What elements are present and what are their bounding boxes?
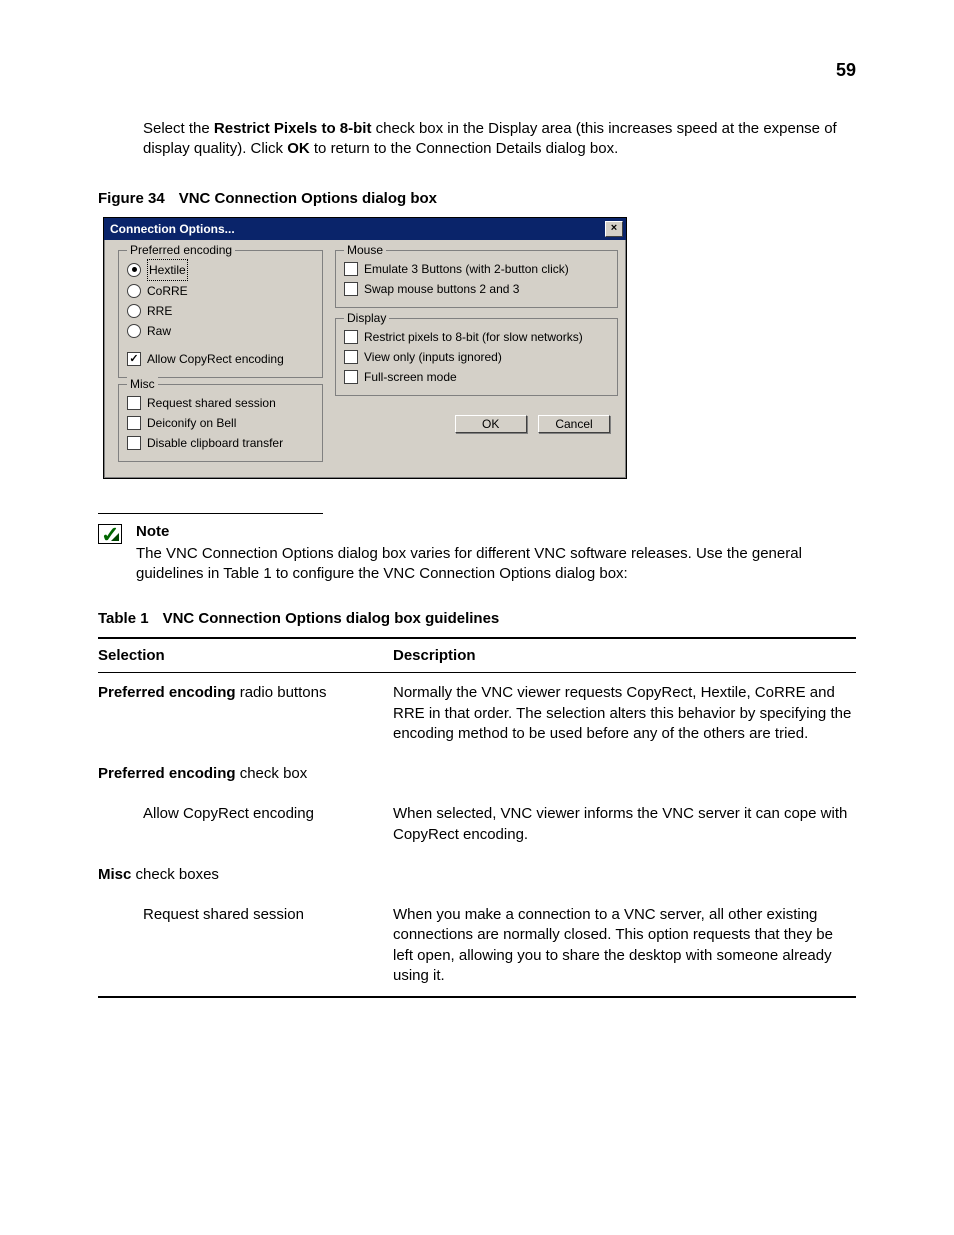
note-block: Note The VNC Connection Options dialog b… [98,522,856,585]
figure-label: Figure 34 [98,190,165,207]
table-title: VNC Connection Options dialog box guidel… [163,610,500,627]
checkbox-emulate-3buttons-label: Emulate 3 Buttons (with 2-button click) [364,259,569,279]
row0-sel-bold: Preferred encoding [98,684,236,701]
note-body: The VNC Connection Options dialog box va… [136,545,802,582]
intro-paragraph: Select the Restrict Pixels to 8-bit chec… [143,119,856,160]
checkbox-view-only[interactable]: View only (inputs ignored) [344,347,609,367]
intro-post: to return to the Connection Details dial… [310,140,619,157]
ok-button[interactable]: OK [455,415,527,433]
checkbox-restrict-8bit-label: Restrict pixels to 8-bit (for slow netwo… [364,327,583,347]
checkbox-shared-session-label: Request shared session [147,393,276,413]
radio-hextile-label: Hextile [147,259,188,281]
connection-options-dialog: Connection Options... × Preferred encodi… [103,217,627,479]
radio-rre[interactable]: RRE [127,301,314,321]
row0-desc: Normally the VNC viewer requests CopyRec… [393,683,856,744]
intro-pre: Select the [143,120,214,137]
radio-corre[interactable]: CoRRE [127,281,314,301]
close-icon[interactable]: × [605,221,623,237]
checkbox-icon [344,262,358,276]
checkbox-deiconify-label: Deiconify on Bell [147,413,236,433]
intro-bold2: OK [287,140,310,157]
radio-icon [127,284,141,298]
table-header: Selection Description [98,639,856,673]
mouse-legend: Mouse [344,243,386,257]
checkbox-swap-buttons[interactable]: Swap mouse buttons 2 and 3 [344,279,609,299]
row4-sel: Request shared session [98,905,393,925]
dialog-titlebar: Connection Options... × [104,218,626,240]
misc-legend: Misc [127,377,158,391]
row0-sel-rest: radio buttons [236,684,327,701]
page-number: 59 [98,60,856,81]
table-row: Allow CopyRect encoding When selected, V… [98,794,856,855]
checkbox-icon [344,370,358,384]
table-row: Preferred encoding check box [98,754,856,794]
checkbox-icon [127,352,141,366]
checkbox-copyrect[interactable]: Allow CopyRect encoding [127,349,314,369]
table-label: Table 1 [98,610,149,627]
note-icon [98,524,122,544]
checkbox-icon [344,282,358,296]
display-legend: Display [344,311,389,325]
table-caption: Table 1 VNC Connection Options dialog box… [98,610,856,627]
radio-icon [127,304,141,318]
checkbox-icon [344,350,358,364]
cancel-button[interactable]: Cancel [538,415,610,433]
checkbox-icon [344,330,358,344]
checkbox-icon [127,396,141,410]
radio-raw[interactable]: Raw [127,321,314,341]
radio-corre-label: CoRRE [147,281,188,301]
intro-bold1: Restrict Pixels to 8-bit [214,120,372,137]
row1-sel-bold: Preferred encoding [98,765,236,782]
checkbox-view-only-label: View only (inputs ignored) [364,347,502,367]
guidelines-table: Selection Description Preferred encoding… [98,637,856,998]
table-row: Misc check boxes [98,855,856,895]
checkbox-fullscreen-label: Full-screen mode [364,367,457,387]
radio-rre-label: RRE [147,301,172,321]
mouse-group: Mouse Emulate 3 Buttons (with 2-button c… [335,250,618,308]
note-heading: Note [136,522,856,542]
radio-hextile[interactable]: Hextile [127,259,314,281]
preferred-encoding-legend: Preferred encoding [127,243,235,257]
figure-caption: Figure 34 VNC Connection Options dialog b… [98,190,856,207]
row2-desc: When selected, VNC viewer informs the VN… [393,804,856,845]
th-description: Description [393,647,856,664]
checkbox-emulate-3buttons[interactable]: Emulate 3 Buttons (with 2-button click) [344,259,609,279]
table-row: Request shared session When you make a c… [98,895,856,996]
display-group: Display Restrict pixels to 8-bit (for sl… [335,318,618,396]
checkbox-icon [127,416,141,430]
checkbox-disable-clipboard[interactable]: Disable clipboard transfer [127,433,314,453]
row1-sel-rest: check box [236,765,308,782]
row4-desc: When you make a connection to a VNC serv… [393,905,856,986]
dialog-title: Connection Options... [110,222,235,236]
row3-sel-bold: Misc [98,866,131,883]
note-divider [98,513,323,514]
checkbox-disable-clipboard-label: Disable clipboard transfer [147,433,283,453]
checkbox-icon [127,436,141,450]
checkbox-swap-buttons-label: Swap mouse buttons 2 and 3 [364,279,519,299]
th-selection: Selection [98,647,393,664]
checkbox-restrict-8bit[interactable]: Restrict pixels to 8-bit (for slow netwo… [344,327,609,347]
checkbox-deiconify[interactable]: Deiconify on Bell [127,413,314,433]
figure-title: VNC Connection Options dialog box [179,190,437,207]
misc-group: Misc Request shared session Deiconify on… [118,384,323,462]
radio-raw-label: Raw [147,321,171,341]
radio-icon [127,324,141,338]
checkbox-copyrect-label: Allow CopyRect encoding [147,349,284,369]
checkbox-shared-session[interactable]: Request shared session [127,393,314,413]
row2-sel: Allow CopyRect encoding [98,804,393,824]
table-row: Preferred encoding radio buttons Normall… [98,673,856,754]
checkbox-fullscreen[interactable]: Full-screen mode [344,367,609,387]
preferred-encoding-group: Preferred encoding Hextile CoRRE RRE [118,250,323,378]
row3-sel-rest: check boxes [131,866,219,883]
radio-icon [127,263,141,277]
